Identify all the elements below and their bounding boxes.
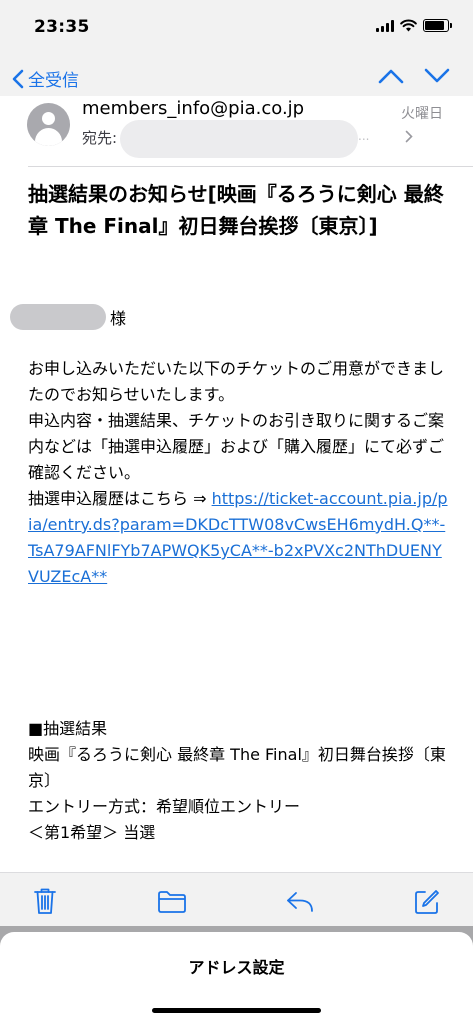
- previous-message-icon[interactable]: [378, 68, 404, 84]
- chevron-left-icon: [12, 69, 24, 88]
- status-time: 23:35: [34, 17, 90, 37]
- honorific: 様: [110, 309, 127, 328]
- wifi-icon: [400, 19, 417, 32]
- status-bar: 23:35: [0, 0, 473, 46]
- next-message-icon[interactable]: [424, 68, 450, 84]
- message-body: お申し込みいただいた以下のチケットのご用意ができましたのでお知らせいたします。 …: [28, 356, 450, 590]
- result-heading: ■抽選結果: [28, 719, 108, 738]
- message-subject: 抽選結果のお知らせ[映画『るろうに剣心 最終章 The Final』初日舞台挨拶…: [28, 182, 444, 238]
- body-paragraph: 申込内容・抽選結果、チケットのお引き取りに関するご案内などは「抽選申込履歴」およ…: [28, 411, 445, 482]
- recipient-tail: ...: [358, 129, 370, 143]
- back-button[interactable]: 全受信: [12, 66, 79, 91]
- result-event: 映画『るろうに剣心 最終章 The Final』初日舞台挨拶〔東京〕: [28, 745, 446, 790]
- trash-icon[interactable]: [34, 887, 56, 915]
- avatar: [27, 103, 70, 146]
- header-divider: [28, 166, 473, 167]
- chevron-right-icon[interactable]: [405, 130, 413, 143]
- status-icons: [376, 19, 452, 32]
- redacted-recipient: [120, 120, 358, 158]
- history-prefix: 抽選申込履歴はこちら ⇒: [28, 489, 212, 508]
- recipient-label: 宛先:: [82, 129, 118, 147]
- cellular-signal-icon: [376, 19, 394, 32]
- result-entry-type: エントリー方式：希望順位エントリー: [28, 797, 301, 816]
- action-sheet: アドレス設定: [0, 932, 473, 1024]
- redacted-name: [10, 304, 106, 330]
- compose-icon[interactable]: [414, 889, 440, 915]
- folder-icon[interactable]: [157, 890, 187, 914]
- home-indicator: [152, 1008, 321, 1013]
- battery-icon: [423, 19, 452, 32]
- history-line: 抽選申込履歴はこちら ⇒ https://ticket-account.pia.…: [28, 486, 450, 590]
- address-settings-button[interactable]: アドレス設定: [0, 954, 473, 978]
- body-paragraph: お申し込みいただいた以下のチケットのご用意ができましたのでお知らせいたします。: [28, 359, 445, 404]
- sender-address[interactable]: members_info@pia.co.jp: [82, 98, 304, 119]
- message-day: 火曜日: [401, 106, 443, 122]
- reply-icon[interactable]: [286, 891, 314, 913]
- result-choice: ＜第1希望＞ 当選: [28, 823, 156, 842]
- message-header: members_info@pia.co.jp 火曜日 宛先: ...: [0, 96, 473, 166]
- back-label: 全受信: [28, 71, 79, 91]
- result-section: ■抽選結果 映画『るろうに剣心 最終章 The Final』初日舞台挨拶〔東京〕…: [28, 716, 450, 846]
